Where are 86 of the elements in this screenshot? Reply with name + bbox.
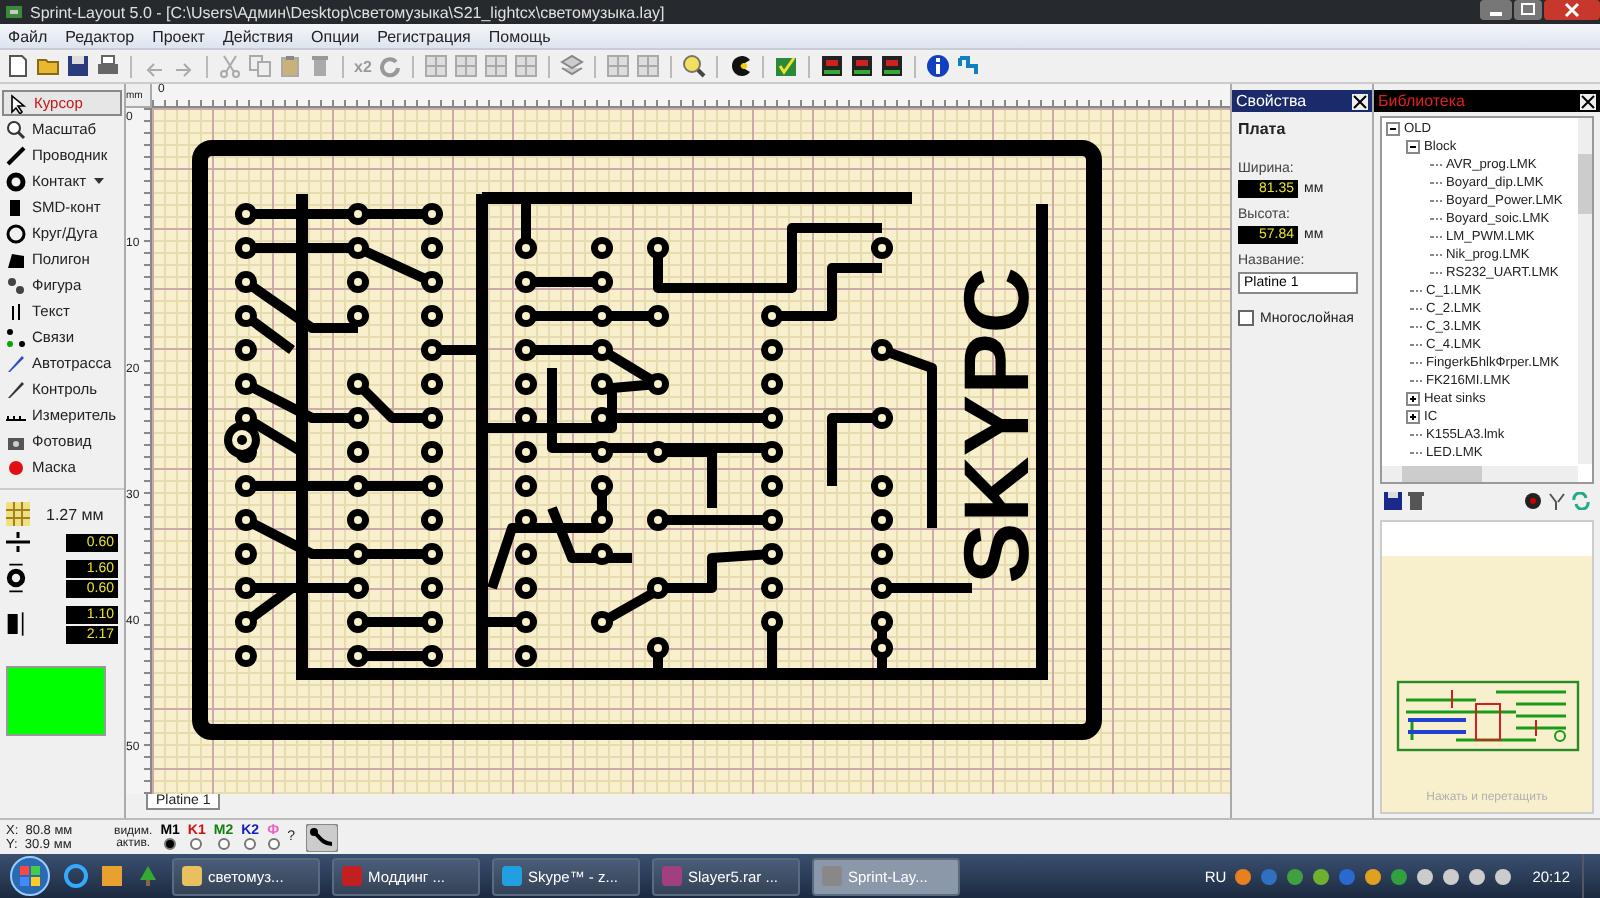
layer-radio[interactable] — [217, 838, 230, 850]
tree-connector — [1410, 362, 1422, 364]
polygon-icon — [6, 249, 26, 269]
menu-item[interactable]: Файл — [8, 27, 48, 45]
menu-item[interactable]: Проект — [152, 27, 205, 45]
track-width-icon — [6, 532, 30, 552]
caret-icon[interactable] — [94, 178, 105, 184]
expand-toggle[interactable] — [1406, 140, 1420, 154]
tree-connector — [1430, 236, 1442, 238]
tree-connector — [1410, 326, 1422, 328]
maximize-icon[interactable] — [1514, 0, 1542, 20]
expand-toggle[interactable] — [1406, 410, 1420, 424]
start-button[interactable] — [8, 856, 52, 896]
menu-item[interactable]: Редактор — [65, 27, 135, 45]
menu-item[interactable]: Опции — [311, 27, 360, 45]
horizontal-scrollbar[interactable] — [1382, 466, 1578, 482]
tree-connector — [1410, 380, 1422, 382]
pcb-canvas[interactable]: SKYPC — [152, 108, 1230, 794]
line-icon — [6, 145, 26, 165]
tree-icon[interactable] — [136, 864, 160, 888]
tree-connector — [1430, 254, 1442, 256]
magnifier-icon[interactable] — [681, 54, 706, 78]
save-icon[interactable] — [1384, 491, 1402, 509]
tree-connector — [1410, 308, 1422, 310]
app-icon — [342, 866, 362, 886]
tree-connector — [1410, 434, 1422, 436]
printer-icon[interactable] — [96, 54, 120, 78]
expand-toggle[interactable] — [1406, 392, 1420, 406]
section-title: Плата — [1238, 120, 1288, 138]
filter-icon[interactable] — [1548, 491, 1566, 509]
tree-connector — [1430, 200, 1442, 202]
window-title: Sprint-Layout 5.0 - [C:\Users\Админ\Desktop\светомузыка\S21_lightcx\светомузыка.lay] — [30, 3, 665, 21]
folder-icon[interactable] — [36, 54, 60, 78]
layer-radio[interactable] — [164, 838, 177, 850]
shapes-icon — [6, 275, 26, 295]
browser-icon[interactable] — [64, 864, 88, 888]
pad-icon — [6, 558, 26, 598]
pacman-icon[interactable] — [727, 54, 752, 78]
tree-connector — [1410, 290, 1422, 292]
tree-connector — [1410, 452, 1422, 454]
cursor-icon — [8, 93, 28, 113]
info-icon[interactable] — [925, 54, 950, 78]
tree-connector — [1430, 272, 1442, 274]
layer-radio[interactable] — [244, 838, 257, 850]
app-icon — [4, 2, 24, 22]
vertical-scrollbar[interactable] — [1578, 118, 1592, 464]
ring-icon — [6, 171, 26, 191]
app-icon — [502, 866, 522, 886]
dot-icon — [6, 457, 26, 477]
close-icon[interactable] — [1580, 93, 1596, 109]
grid-size[interactable]: 1.27 мм — [46, 505, 104, 523]
layers-icon[interactable] — [559, 54, 584, 78]
clipboard-icon[interactable] — [278, 54, 302, 78]
menu-item[interactable]: Регистрация — [377, 27, 471, 45]
circle-icon[interactable] — [1524, 491, 1542, 509]
trash-icon[interactable] — [1408, 491, 1424, 509]
pcb-label: SKYPC — [944, 267, 1048, 584]
tree-connector — [1430, 218, 1442, 220]
save-icon[interactable] — [66, 54, 90, 78]
arrows-icon[interactable] — [1572, 491, 1590, 509]
square-icon — [6, 197, 26, 217]
document-icon[interactable] — [6, 54, 30, 78]
layer-radio[interactable] — [190, 838, 203, 850]
menu-item[interactable]: Действия — [222, 27, 294, 45]
panel-title: Свойства — [1236, 92, 1307, 110]
tree-connector — [1410, 344, 1422, 346]
app-icon — [182, 866, 202, 886]
check-chart-icon[interactable] — [773, 54, 798, 78]
text-cursor-icon — [6, 301, 26, 321]
route-icon[interactable] — [306, 823, 339, 851]
layer-radio[interactable] — [267, 838, 280, 850]
grid-icon[interactable] — [6, 502, 30, 526]
menu-item[interactable]: Помощь — [488, 27, 551, 45]
panel-title: Библиотека — [1378, 92, 1465, 110]
tree-connector — [1430, 182, 1442, 184]
dots-icon — [6, 327, 26, 347]
app-icon — [822, 866, 842, 886]
circle-icon — [6, 223, 26, 243]
expand-toggle[interactable] — [1386, 122, 1400, 136]
multilayer-checkbox[interactable] — [1238, 310, 1254, 326]
magnifier-icon — [6, 119, 26, 139]
close-icon[interactable] — [1352, 93, 1368, 109]
tree-connector — [1430, 164, 1442, 166]
minimize-icon[interactable] — [1480, 0, 1512, 20]
app-icon — [662, 866, 682, 886]
layer-color-swatch[interactable] — [6, 666, 106, 736]
